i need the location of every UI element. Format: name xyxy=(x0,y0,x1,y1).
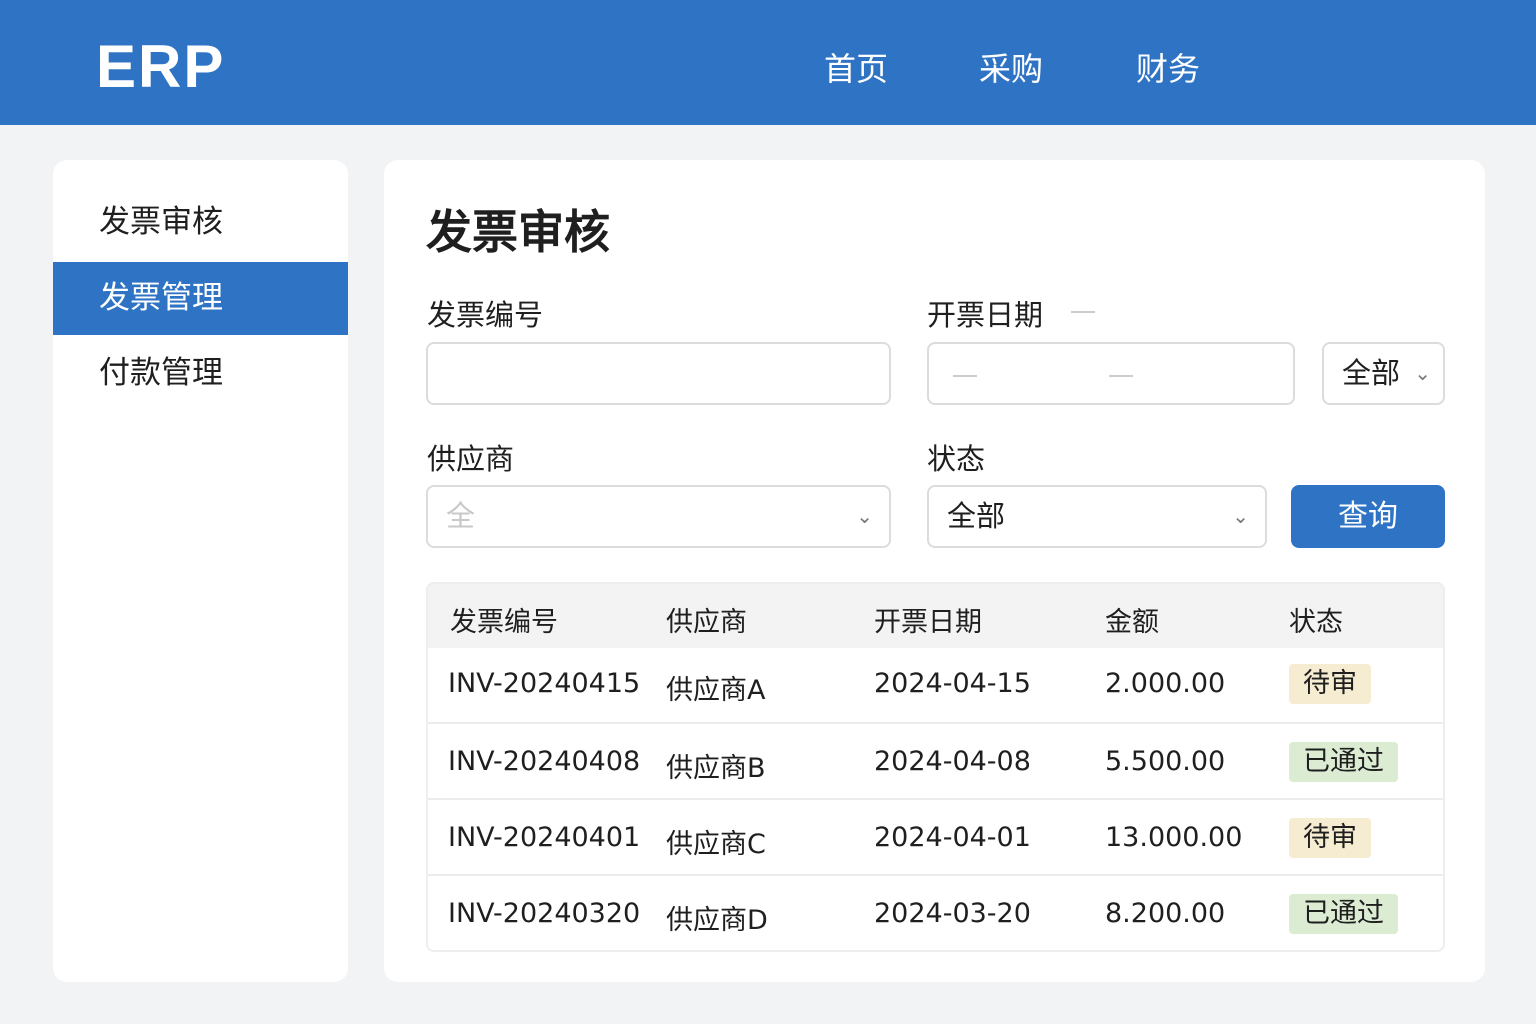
table-header: 发票编号 供应商 开票日期 金额 状态 xyxy=(428,584,1443,648)
header-date: 开票日期 xyxy=(874,607,982,638)
date-end-dash xyxy=(1109,375,1133,377)
cell-date: 2024-04-15 xyxy=(874,668,1031,699)
header-invoice-no: 发票编号 xyxy=(450,607,558,638)
cell-supplier: 供应商D xyxy=(666,905,768,936)
date-label: 开票日期 xyxy=(927,298,1044,332)
invoice-no-input[interactable] xyxy=(426,342,891,405)
nav-purchase[interactable]: 采购 xyxy=(979,44,1043,90)
logo: ERP xyxy=(96,33,226,100)
page-title: 发票审核 xyxy=(426,205,610,259)
header-status: 状态 xyxy=(1289,607,1343,638)
cell-date: 2024-04-01 xyxy=(874,822,1031,853)
status-badge: 待审 xyxy=(1289,664,1371,704)
date-scope-select[interactable]: 全部 ⌄ xyxy=(1322,342,1445,405)
status-badge: 已通过 xyxy=(1289,894,1398,934)
query-button[interactable]: 查询 xyxy=(1291,485,1445,548)
top-bar: ERP 首页 采购 财务 xyxy=(0,0,1536,125)
supplier-select[interactable]: 全 ⌄ xyxy=(426,485,891,548)
chevron-down-icon: ⌄ xyxy=(1414,361,1431,385)
cell-supplier: 供应商C xyxy=(666,829,766,860)
cell-supplier: 供应商A xyxy=(666,675,766,706)
date-scope-value: 全部 xyxy=(1342,356,1401,390)
cell-invoice-no: INV-20240408 xyxy=(448,746,641,777)
cell-amount: 5.500.00 xyxy=(1105,746,1226,777)
date-label-dash xyxy=(1071,311,1095,313)
status-value: 全部 xyxy=(947,499,1006,533)
supplier-placeholder: 全 xyxy=(446,499,476,533)
chevron-down-icon: ⌄ xyxy=(1232,504,1249,528)
status-label: 状态 xyxy=(927,442,986,476)
table-row[interactable]: INV-20240415 供应商A 2024-04-15 2.000.00 待审 xyxy=(428,646,1443,722)
cell-supplier: 供应商B xyxy=(666,753,766,784)
status-badge: 待审 xyxy=(1289,818,1371,858)
date-start-dash xyxy=(953,375,977,377)
sidebar: 发票审核 发票管理 付款管理 xyxy=(53,160,348,982)
invoice-no-label: 发票编号 xyxy=(427,298,544,332)
cell-date: 2024-03-20 xyxy=(874,898,1031,929)
sidebar-item-payment-management[interactable]: 付款管理 xyxy=(53,337,348,410)
nav-finance[interactable]: 财务 xyxy=(1136,44,1200,90)
cell-invoice-no: INV-20240320 xyxy=(448,898,641,929)
status-badge: 已通过 xyxy=(1289,742,1398,782)
cell-amount: 2.000.00 xyxy=(1105,668,1226,699)
cell-date: 2024-04-08 xyxy=(874,746,1031,777)
cell-amount: 8.200.00 xyxy=(1105,898,1226,929)
table-row[interactable]: INV-20240320 供应商D 2024-03-20 8.200.00 已通… xyxy=(428,874,1443,950)
supplier-label: 供应商 xyxy=(427,442,515,476)
table-row[interactable]: INV-20240408 供应商B 2024-04-08 5.500.00 已通… xyxy=(428,722,1443,798)
header-amount: 金额 xyxy=(1105,607,1159,638)
header-supplier: 供应商 xyxy=(666,607,747,638)
sidebar-item-invoice-management[interactable]: 发票管理 xyxy=(53,262,348,335)
nav-home[interactable]: 首页 xyxy=(824,44,888,90)
cell-invoice-no: INV-20240401 xyxy=(448,822,641,853)
status-select[interactable]: 全部 ⌄ xyxy=(927,485,1267,548)
date-range-input[interactable] xyxy=(927,342,1295,405)
cell-amount: 13.000.00 xyxy=(1105,822,1243,853)
sidebar-item-invoice-review[interactable]: 发票审核 xyxy=(53,186,348,259)
chevron-down-icon: ⌄ xyxy=(856,504,873,528)
invoice-table: 发票编号 供应商 开票日期 金额 状态 INV-20240415 供应商A 20… xyxy=(426,582,1445,952)
cell-invoice-no: INV-20240415 xyxy=(448,668,641,699)
table-row[interactable]: INV-20240401 供应商C 2024-04-01 13.000.00 待… xyxy=(428,798,1443,874)
main-panel: 发票审核 发票编号 开票日期 全部 ⌄ 供应商 全 ⌄ 状态 全部 ⌄ 查询 发… xyxy=(384,160,1485,982)
